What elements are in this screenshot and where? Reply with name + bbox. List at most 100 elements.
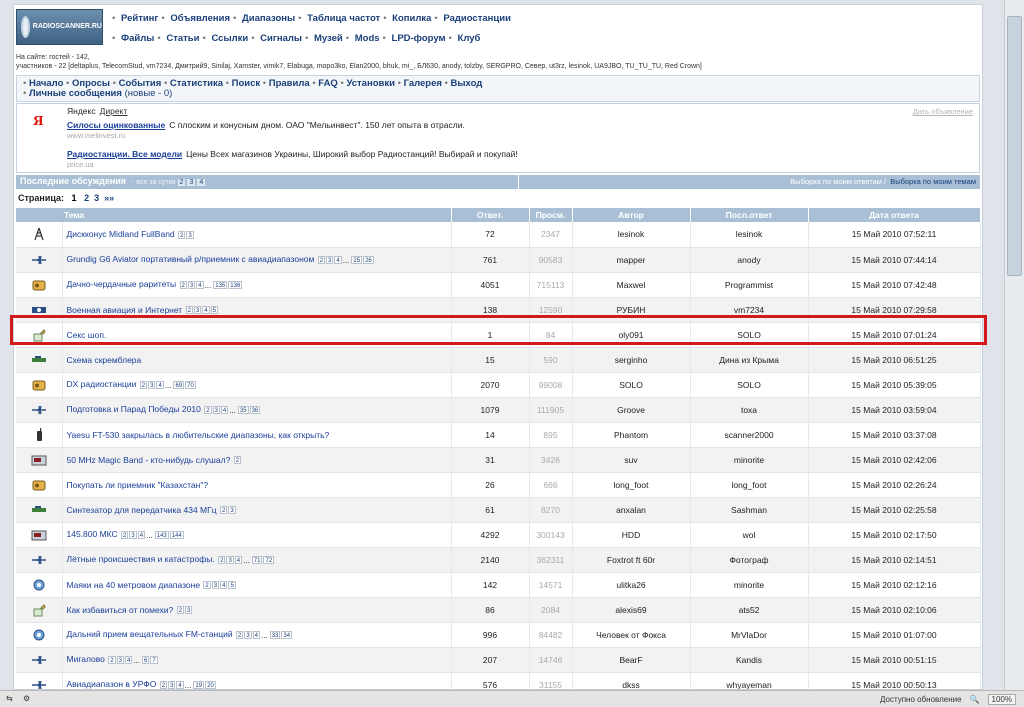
topic-page-link[interactable]: 3 (244, 631, 252, 640)
topic-link[interactable]: Подготовка и Парад Победы 2010 (67, 404, 201, 414)
topic-page-link[interactable]: 2 (220, 506, 228, 515)
nav-link[interactable]: Клуб (458, 33, 481, 44)
filter-my-topics[interactable]: Выборка по моим темам (890, 177, 976, 186)
topic-page-link[interactable]: 3 (187, 281, 196, 290)
table-row[interactable]: Лётные происшествия и катастрофы. 2 3 4...… (16, 547, 981, 573)
table-row[interactable]: DX радиостанции 2 3 4... 69 70 2070 99008 SOLO S… (16, 372, 981, 398)
pagination-link[interactable]: 3 (94, 193, 99, 203)
discussions-page-link[interactable]: 3 (187, 179, 196, 186)
last-reply-author[interactable]: scanner2000 (690, 422, 809, 448)
author-name[interactable]: РУБИН (572, 297, 691, 323)
topic-link[interactable]: Авиадиапазон в УРФО (67, 679, 157, 689)
nav-link[interactable]: Ссылки (211, 33, 248, 44)
table-row[interactable]: Маяки на 40 метровом диапазоне 2 3 4 5 142 14… (16, 572, 981, 598)
topic-page-link[interactable]: 2 (139, 381, 148, 390)
topic-page-link[interactable]: 3 (212, 406, 220, 415)
table-row[interactable]: Как избавиться от помехи? 2 3 86 2084 alexis… (16, 597, 981, 623)
connection-icon[interactable]: ⇆ (6, 694, 13, 703)
topic-page-link[interactable]: 3 (116, 656, 124, 665)
last-reply-author[interactable]: SOLO (690, 322, 809, 348)
topic-page-link[interactable]: 20 (205, 681, 216, 689)
table-row[interactable]: Grundig G6 Aviator портативный р/приемни… (16, 247, 981, 273)
menu-item[interactable]: Правила (269, 78, 310, 89)
topic-page-link[interactable]: 69 (173, 381, 185, 390)
author-name[interactable]: SOLO (572, 372, 691, 398)
last-reply-author[interactable]: Programmist (690, 272, 809, 298)
last-reply-author[interactable]: minorite (690, 447, 809, 473)
pagination-link[interactable]: 2 (84, 193, 89, 203)
author-name[interactable]: Phantom (572, 422, 691, 448)
topic-page-link[interactable]: 35 (237, 406, 249, 415)
last-reply-author[interactable]: toxa (690, 397, 809, 423)
topic-page-link[interactable]: 72 (263, 556, 275, 565)
topic-page-link[interactable]: 3 (226, 556, 234, 565)
topic-link[interactable]: Военная авиация и Интернет (67, 305, 183, 315)
last-reply-author[interactable]: ats52 (690, 597, 809, 623)
author-name[interactable]: lesinok (572, 222, 691, 248)
ad-item-title[interactable]: Силосы оцинкованные (67, 120, 165, 130)
topic-page-link[interactable]: 2 (121, 531, 129, 540)
topic-page-link[interactable]: 2 (108, 656, 116, 665)
topic-page-link[interactable]: 3 (228, 506, 236, 515)
topic-link[interactable]: DX радиостанции (67, 379, 137, 389)
topic-page-link[interactable]: 4 (176, 681, 184, 689)
settings-icon[interactable]: ⚙ (23, 694, 30, 703)
menu-item-pm[interactable]: Личные сообщения (29, 88, 122, 99)
column-header-last-reply[interactable]: Посл.ответ (690, 208, 809, 222)
topic-link[interactable]: Grundig G6 Aviator портативный р/приемни… (67, 254, 315, 264)
menu-pm-new[interactable]: (новые - 0) (125, 88, 173, 99)
topic-page-link[interactable]: 36 (249, 406, 261, 415)
column-header-views[interactable]: Просм. (529, 208, 573, 222)
table-row[interactable]: Военная авиация и Интернет 2 3 4 5 138 12590 Р… (16, 297, 981, 323)
menu-item[interactable]: FAQ (318, 78, 338, 89)
menu-item[interactable]: Выход (451, 78, 483, 89)
topic-link[interactable]: Маяки на 40 метровом диапазоне (67, 580, 201, 590)
table-row[interactable]: 145.800 МКС 2 3 4... 143 144 4292 300143 HDD wol… (16, 522, 981, 548)
menu-item[interactable]: Установки (346, 78, 395, 89)
author-name[interactable]: anxalan (572, 497, 691, 523)
nav-link[interactable]: Mods (355, 33, 380, 44)
topic-page-link[interactable]: 144 (169, 531, 184, 540)
topic-page-link[interactable]: 2 (218, 556, 226, 565)
table-row[interactable]: Дачно-чердачные раритеты 2 3 4... 135 136 405… (16, 272, 981, 298)
nav-link[interactable]: Копилка (392, 13, 431, 24)
topic-page-link[interactable]: 26 (363, 256, 374, 265)
topic-page-link[interactable]: 2 (159, 681, 168, 689)
topic-link[interactable]: Как избавиться от помехи? (67, 605, 174, 615)
topic-page-link[interactable]: 3 (326, 256, 334, 265)
filter-my-replies[interactable]: Выборка по моим ответам (790, 177, 882, 186)
ad-brand-yandex[interactable]: Яндекс (67, 106, 96, 116)
topic-page-link[interactable]: 2 (204, 406, 212, 415)
topic-page-link[interactable]: 2 (178, 231, 186, 239)
topic-page-link[interactable]: 25 (351, 256, 363, 265)
last-reply-author[interactable]: anody (690, 247, 809, 273)
nav-link[interactable]: Статьи (166, 33, 199, 44)
advertise-link[interactable]: Дать объявление (913, 107, 973, 116)
topic-page-link[interactable]: 4 (220, 581, 228, 590)
column-header-reply-date[interactable]: Дата ответа (808, 208, 981, 222)
nav-link[interactable]: Музей (314, 33, 343, 44)
topic-page-link[interactable]: 4 (334, 256, 342, 265)
last-reply-author[interactable]: MrVlaDor (690, 622, 809, 648)
scrollbar-thumb[interactable] (1007, 16, 1022, 276)
pagination-link[interactable]: »» (104, 193, 114, 203)
topic-page-link[interactable]: 3 (186, 231, 194, 239)
column-header-author[interactable]: Автор (572, 208, 691, 222)
table-row[interactable]: Покупать ли приемник "Казахстан"? 26 666 lo… (16, 472, 981, 498)
last-reply-author[interactable]: whyayeman (690, 672, 809, 689)
author-name[interactable]: ulitka26 (572, 572, 691, 598)
table-row[interactable]: Дискконус Midland FullBand 2 3 72 2347 lesin… (16, 222, 981, 248)
author-name[interactable]: oly091 (572, 322, 691, 348)
topic-link[interactable]: Yaesu FT-530 закрылась в любительские ди… (67, 430, 330, 440)
topic-page-link[interactable]: 71 (251, 556, 263, 565)
topic-page-link[interactable]: 4 (124, 656, 133, 665)
topic-page-link[interactable]: 135 (213, 281, 228, 290)
table-row[interactable]: Мигалово 2 3 4... 6 7 207 14746 BearF Kandis 15 М… (16, 647, 981, 673)
discussions-page-link[interactable]: 2 (177, 179, 186, 186)
topic-link[interactable]: 50 MHz Magic Band - кто-нибудь слушал? (67, 455, 231, 465)
topic-page-link[interactable]: 4 (156, 381, 164, 390)
topic-page-link[interactable]: 3 (211, 581, 220, 590)
topic-page-link[interactable]: 3 (184, 606, 193, 615)
last-reply-author[interactable]: SOLO (690, 372, 809, 398)
topic-link[interactable]: 145.800 МКС (67, 529, 118, 539)
